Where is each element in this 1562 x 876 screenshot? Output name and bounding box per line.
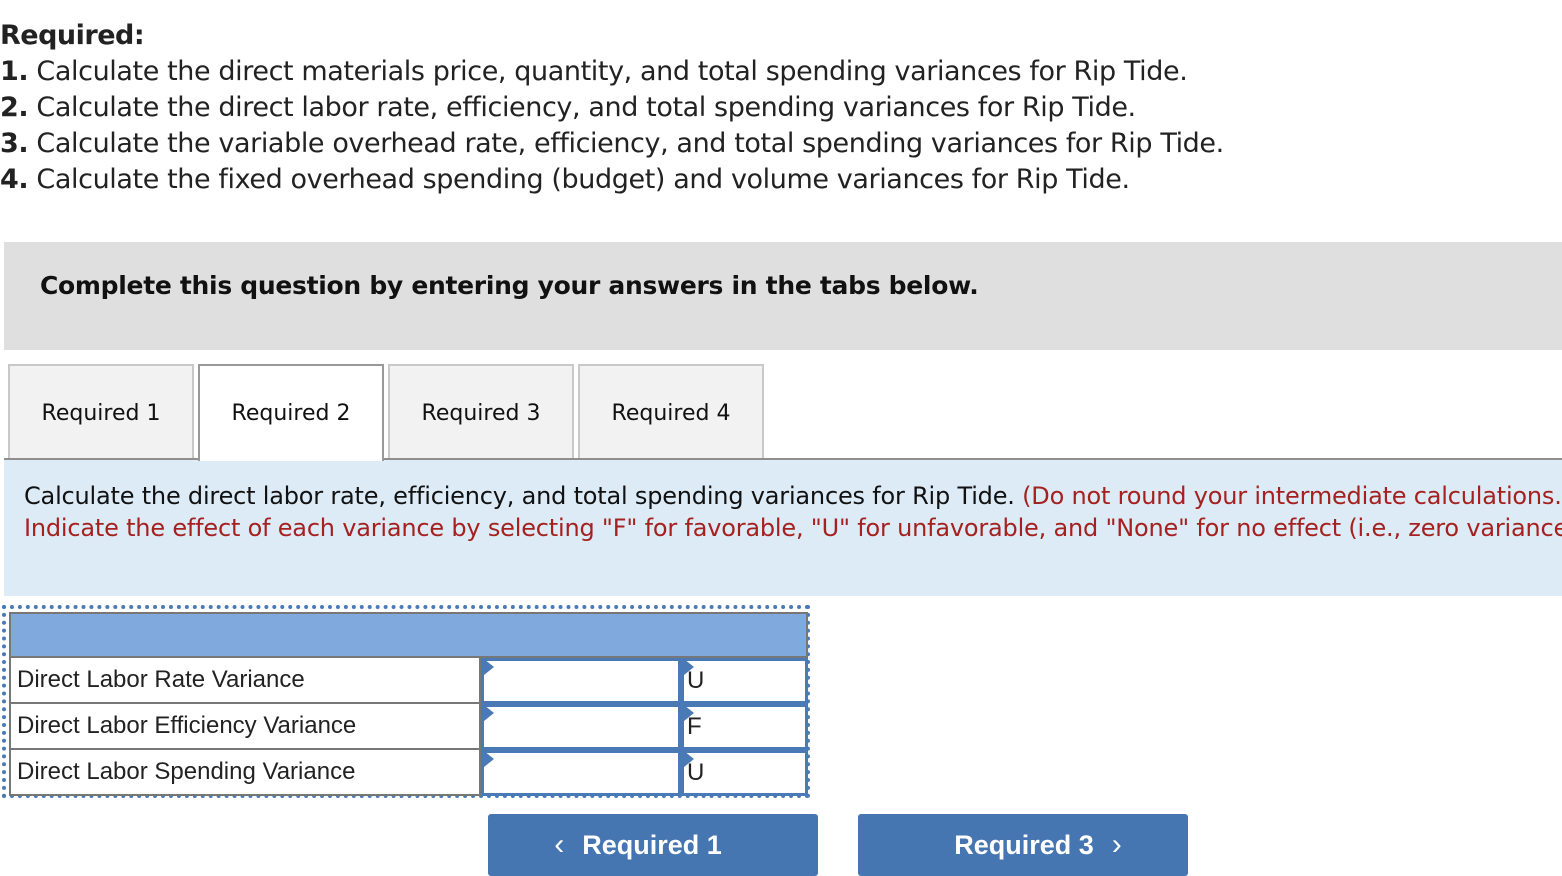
select-flag-icon xyxy=(684,705,694,721)
required-item-4: 4. Calculate the fixed overhead spending… xyxy=(0,162,1224,198)
prompt-main-text: Calculate the direct labor rate, efficie… xyxy=(24,482,1023,510)
instructions-panel: Complete this question by entering your … xyxy=(4,242,1562,350)
required-item-3: 3. Calculate the variable overhead rate,… xyxy=(0,126,1224,162)
tab-required-1[interactable]: Required 1 xyxy=(8,364,194,460)
table-row: Direct Labor Rate Variance U xyxy=(9,658,808,704)
required-item-number: 4. xyxy=(0,164,29,195)
row-label: Direct Labor Efficiency Variance xyxy=(9,704,481,750)
chevron-left-icon: ‹ xyxy=(554,828,565,861)
prev-button-label: Required 1 xyxy=(582,829,722,860)
select-flag-icon xyxy=(684,751,694,767)
rate-variance-effect-select[interactable]: U xyxy=(681,658,808,704)
question-prompt-panel: Calculate the direct labor rate, efficie… xyxy=(4,460,1562,596)
spending-variance-amount-input[interactable] xyxy=(484,753,678,793)
required-item-number: 1. xyxy=(0,56,29,87)
required-heading: Required: xyxy=(0,20,145,51)
required-section: Required: 1. Calculate the direct materi… xyxy=(0,18,1224,198)
table-row: Direct Labor Efficiency Variance F xyxy=(9,704,808,750)
required-item-number: 3. xyxy=(0,128,29,159)
efficiency-variance-amount-input[interactable] xyxy=(484,707,678,747)
required-item-text: Calculate the variable overhead rate, ef… xyxy=(28,128,1224,159)
spending-variance-effect-select[interactable]: U xyxy=(681,750,808,796)
select-flag-icon xyxy=(684,659,694,675)
instructions-text: Complete this question by entering your … xyxy=(40,271,979,300)
row-label: Direct Labor Spending Variance xyxy=(9,750,481,796)
required-item-number: 2. xyxy=(0,92,29,123)
answer-table: Direct Labor Rate Variance U Direct Labo… xyxy=(2,605,810,798)
rate-variance-amount-cell[interactable] xyxy=(481,658,681,704)
efficiency-variance-effect-select[interactable]: F xyxy=(681,704,808,750)
chevron-right-icon: › xyxy=(1111,828,1122,861)
question-prompt: Calculate the direct labor rate, efficie… xyxy=(24,480,1562,544)
prev-required-1-button[interactable]: ‹ Required 1 xyxy=(488,814,818,876)
required-item-2: 2. Calculate the direct labor rate, effi… xyxy=(0,90,1224,126)
required-item-text: Calculate the direct materials price, qu… xyxy=(28,56,1188,87)
row-label: Direct Labor Rate Variance xyxy=(9,658,481,704)
table-header xyxy=(9,612,808,658)
required-item-text: Calculate the direct labor rate, efficie… xyxy=(28,92,1136,123)
tab-required-2[interactable]: Required 2 xyxy=(198,364,384,461)
next-required-3-button[interactable]: Required 3 › xyxy=(858,814,1188,876)
required-item-text: Calculate the fixed overhead spending (b… xyxy=(28,164,1130,195)
spending-variance-amount-cell[interactable] xyxy=(481,750,681,796)
rate-variance-amount-input[interactable] xyxy=(484,661,678,701)
efficiency-variance-amount-cell[interactable] xyxy=(481,704,681,750)
required-item-1: 1. Calculate the direct materials price,… xyxy=(0,54,1224,90)
tab-required-3[interactable]: Required 3 xyxy=(388,364,574,460)
table-row: Direct Labor Spending Variance U xyxy=(9,750,808,796)
tab-required-4[interactable]: Required 4 xyxy=(578,364,764,460)
next-button-label: Required 3 xyxy=(954,829,1094,860)
